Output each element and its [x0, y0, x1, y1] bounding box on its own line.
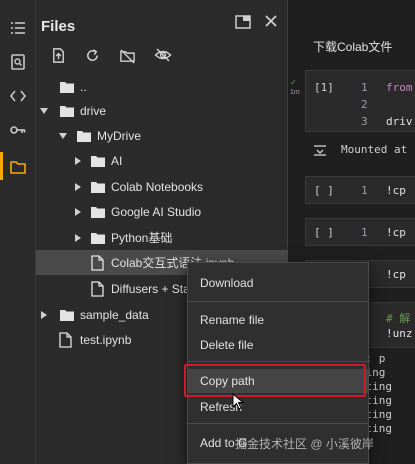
- line-number: 1: [361, 81, 368, 94]
- line-number: 3: [361, 115, 368, 128]
- folder-icon[interactable]: [8, 157, 28, 177]
- open-in-tab-icon[interactable]: [235, 15, 251, 29]
- tree-item-label: drive: [80, 103, 107, 118]
- file-icon: [91, 280, 104, 297]
- tree-item-label: test.ipynb: [80, 332, 132, 347]
- code-cell[interactable]: [1] 1 2 3 from driv: [305, 70, 415, 132]
- menu-divider: [188, 423, 368, 424]
- folder-icon: [91, 232, 105, 244]
- folder-icon: [60, 105, 74, 117]
- tree-item-label: AI: [111, 153, 123, 168]
- cell-exec-count: [ ]: [314, 226, 334, 239]
- refresh-button[interactable]: [81, 44, 103, 66]
- code-snippets-icon[interactable]: [8, 86, 28, 106]
- file-icon: [59, 331, 72, 348]
- caret-right-icon[interactable]: [39, 310, 49, 320]
- caret-right-icon[interactable]: [73, 207, 83, 217]
- secrets-key-icon[interactable]: [8, 120, 28, 140]
- caret-right-icon[interactable]: [73, 182, 83, 192]
- code-line: !unz: [386, 327, 413, 340]
- tree-item-label: sample_data: [80, 307, 149, 322]
- tree-item-label: MyDrive: [97, 128, 141, 143]
- panel-title: Files: [41, 18, 76, 35]
- refresh-icon: [86, 48, 98, 61]
- table-of-contents-icon[interactable]: [8, 18, 28, 38]
- caret-down-icon[interactable]: [39, 106, 49, 116]
- annotation-highlight: [184, 364, 366, 397]
- menu-item-refresh[interactable]: Refresh: [188, 395, 368, 419]
- menu-item-rename[interactable]: Rename file: [188, 308, 368, 332]
- tree-item-python[interactable]: Python基础: [36, 225, 288, 250]
- hide-drive-icon: [119, 48, 135, 64]
- folder-icon: [91, 206, 105, 218]
- code-line: # 解: [386, 312, 411, 325]
- folder-icon: [91, 155, 105, 167]
- upload-button[interactable]: [47, 44, 69, 66]
- find-icon[interactable]: [8, 52, 28, 72]
- caret-down-icon[interactable]: [58, 131, 68, 141]
- tree-item-label: ..: [80, 79, 87, 94]
- cell-exec-count: [ ]: [314, 184, 334, 197]
- success-check-icon: ✓: [290, 78, 297, 87]
- tree-item-label: Colab Notebooks: [111, 179, 204, 194]
- activity-rail: [0, 0, 36, 464]
- folder-icon: [60, 309, 74, 321]
- code-line: !cp: [386, 184, 406, 197]
- tree-item-label: Diffusers + Sta: [111, 281, 190, 296]
- tree-item-mydrive[interactable]: MyDrive: [36, 123, 288, 148]
- tree-item-colab-notebooks[interactable]: Colab Notebooks: [36, 174, 288, 199]
- file-icon: [91, 254, 104, 271]
- output-text: Mounted at: [341, 143, 408, 156]
- code-line: !cp: [386, 226, 406, 239]
- tree-item-parent[interactable]: ..: [36, 74, 288, 99]
- code-line: !cp: [386, 268, 406, 281]
- watermark: 掘金技术社区 @ 小溪彼岸: [235, 437, 374, 451]
- menu-item-download[interactable]: Download: [188, 271, 368, 295]
- caret-right-icon[interactable]: [73, 233, 83, 243]
- folder-icon: [91, 181, 105, 193]
- hide-files-icon: [154, 48, 172, 62]
- mouse-cursor-icon: [232, 393, 245, 410]
- line-number: 1: [361, 226, 368, 239]
- code-cell[interactable]: [ ] 1 !cp: [305, 218, 415, 246]
- mount-drive-button[interactable]: [116, 44, 138, 66]
- line-number: 2: [361, 98, 368, 111]
- menu-divider: [188, 361, 368, 362]
- close-icon[interactable]: [262, 12, 280, 30]
- cell-exec-count: [1]: [314, 81, 334, 94]
- caret-right-icon[interactable]: [73, 156, 83, 166]
- line-number: 1: [361, 184, 368, 197]
- menu-divider: [188, 301, 368, 302]
- code-line: driv: [386, 115, 413, 128]
- context-menu: Download Rename file Delete file Copy pa…: [187, 262, 369, 464]
- section-heading: 下载Colab文件: [313, 40, 393, 54]
- cell-runtime: 1m: [290, 89, 300, 96]
- code-line: from: [386, 81, 413, 94]
- code-cell[interactable]: [ ] 1 !cp: [305, 176, 415, 204]
- tree-item-label: Python基础: [111, 231, 173, 245]
- folder-icon: [60, 81, 74, 93]
- menu-item-delete[interactable]: Delete file: [188, 333, 368, 357]
- active-indicator: [0, 152, 3, 180]
- folder-icon: [77, 130, 91, 142]
- toggle-hidden-button[interactable]: [152, 44, 174, 66]
- tree-item-ai[interactable]: AI: [36, 148, 288, 173]
- tree-item-label: Google AI Studio: [111, 204, 202, 219]
- output-toggle-icon[interactable]: [313, 144, 327, 156]
- tree-item-google-ai-studio[interactable]: Google AI Studio: [36, 199, 288, 224]
- upload-icon: [52, 47, 64, 63]
- tree-item-drive[interactable]: drive: [36, 98, 288, 123]
